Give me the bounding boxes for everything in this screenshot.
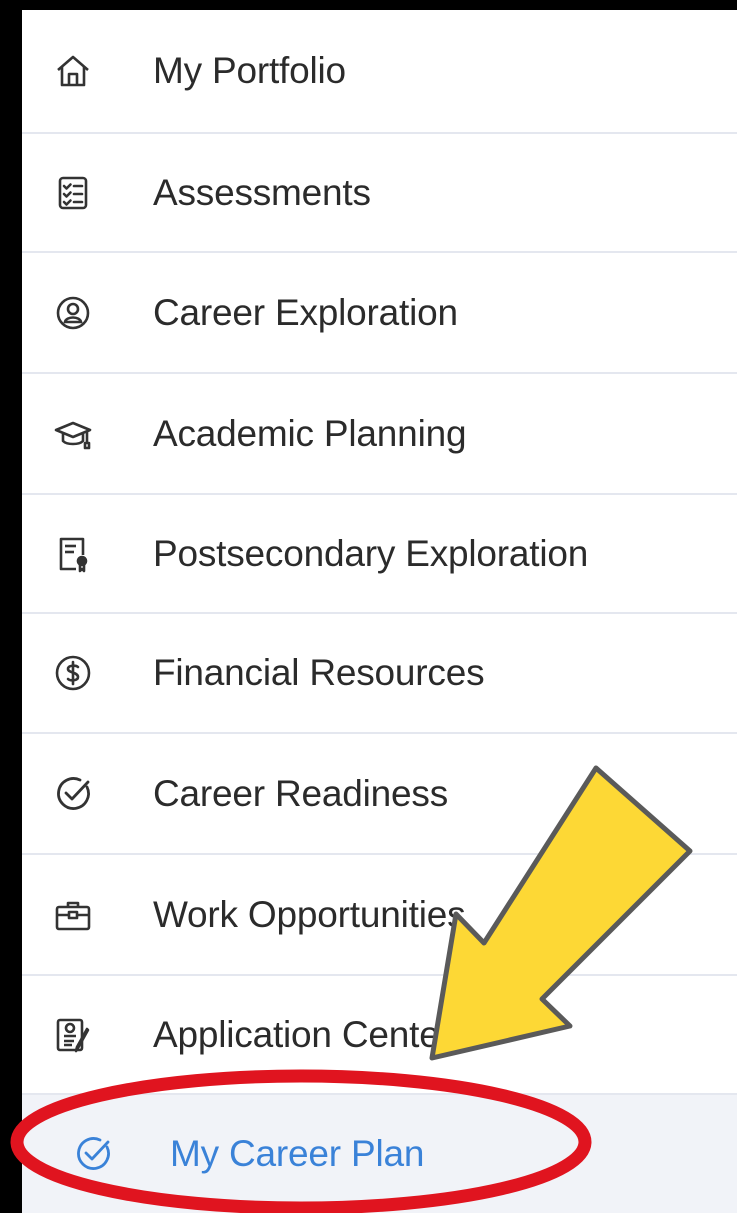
nav-item-label: Postsecondary Exploration xyxy=(153,532,589,574)
nav-item-postsecondary-exploration[interactable]: Postsecondary Exploration xyxy=(22,495,737,614)
nav-item-label: Assessments xyxy=(153,171,371,213)
nav-item-label: Career Readiness xyxy=(153,772,449,814)
nav-item-label: Career Exploration xyxy=(153,291,458,333)
nav-item-work-opportunities[interactable]: Work Opportunities xyxy=(22,855,737,976)
nav-item-career-exploration[interactable]: Career Exploration xyxy=(22,253,737,374)
home-icon xyxy=(54,52,92,90)
nav-item-my-career-plan[interactable]: My Career Plan xyxy=(22,1095,737,1213)
graduation-cap-icon xyxy=(54,415,92,453)
nav-item-financial-resources[interactable]: Financial Resources xyxy=(22,614,737,734)
nav-item-assessments[interactable]: Assessments xyxy=(22,134,737,253)
nav-item-label: My Career Plan xyxy=(170,1133,425,1174)
sidebar-nav: My Portfolio Assessments Career Explorat… xyxy=(22,10,737,1213)
application-icon xyxy=(54,1016,92,1054)
nav-item-label: Work Opportunities xyxy=(153,893,466,935)
person-badge-icon xyxy=(54,294,92,332)
checklist-icon xyxy=(54,174,92,212)
dollar-circle-icon xyxy=(54,654,92,692)
briefcase-icon xyxy=(54,896,92,934)
nav-item-label: Financial Resources xyxy=(153,652,485,693)
nav-item-application-center[interactable]: Application Center xyxy=(22,976,737,1095)
nav-item-label: Application Center xyxy=(153,1013,452,1055)
certificate-icon xyxy=(54,535,92,573)
nav-item-label: My Portfolio xyxy=(153,50,346,91)
check-circle-icon xyxy=(54,775,92,813)
nav-item-my-portfolio[interactable]: My Portfolio xyxy=(22,10,737,134)
check-circle-icon xyxy=(74,1135,112,1173)
nav-item-label: Academic Planning xyxy=(153,412,467,454)
nav-item-career-readiness[interactable]: Career Readiness xyxy=(22,734,737,855)
nav-item-academic-planning[interactable]: Academic Planning xyxy=(22,374,737,495)
